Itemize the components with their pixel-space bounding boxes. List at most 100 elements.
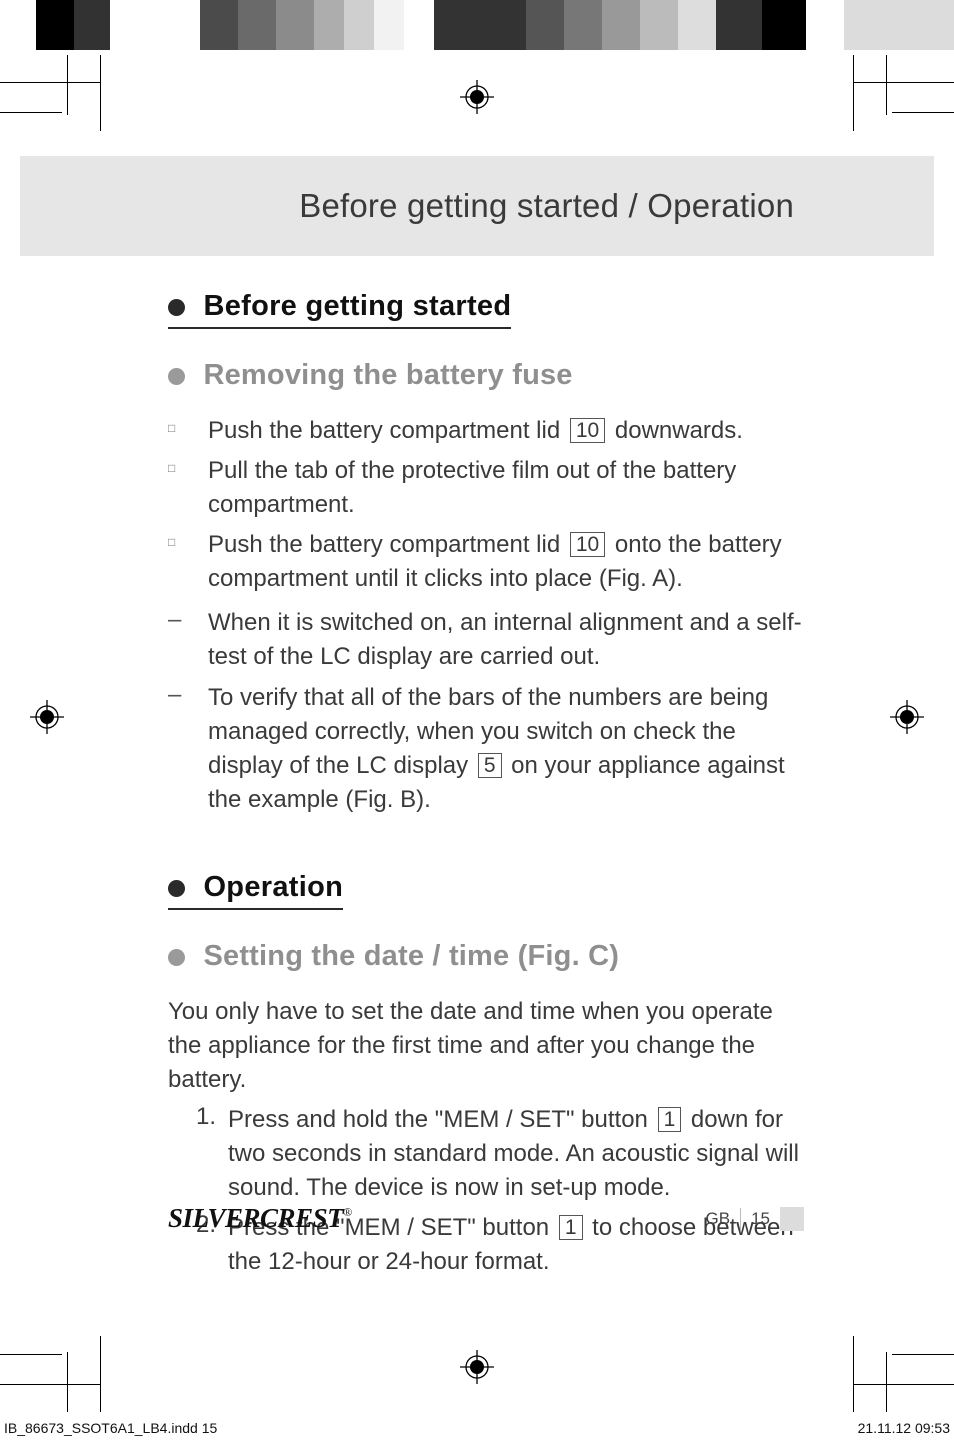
page-number: GB 15: [706, 1207, 804, 1231]
text: Push the battery compartment lid: [208, 531, 567, 558]
crop-mark: [892, 112, 954, 113]
registration-mark-icon: [30, 700, 64, 734]
part-ref: 1: [658, 1107, 682, 1132]
registration-mark-icon: [890, 700, 924, 734]
brand-part-a: SILVER: [168, 1203, 260, 1233]
square-bullet-icon: [168, 414, 208, 448]
crop-mark: [853, 1336, 854, 1412]
crop-mark: [854, 82, 954, 83]
color-swatch: [36, 0, 74, 50]
registration-mark-icon: [460, 80, 494, 114]
color-swatch: [238, 0, 276, 50]
part-ref: 10: [570, 418, 605, 443]
heading-primary: Operation: [168, 871, 343, 910]
list-item: Push the battery compartment lid 10 down…: [168, 414, 804, 448]
color-swatch: [404, 0, 434, 50]
crop-mark: [0, 1384, 100, 1385]
square-bullet-icon: [168, 528, 208, 596]
color-swatch: [374, 0, 404, 50]
crop-mark: [100, 1336, 101, 1412]
crop-mark: [67, 55, 68, 115]
crop-mark: [100, 55, 101, 131]
heading-secondary: Setting the date / time (Fig. C): [168, 940, 804, 973]
dash-bullet-icon: [168, 606, 208, 674]
file-meta: IB_86673_SSOT6A1_LB4.indd 15: [4, 1420, 217, 1436]
color-swatch: [564, 0, 602, 50]
color-swatch: [0, 0, 36, 50]
color-swatch: [344, 0, 374, 50]
color-swatch: [276, 0, 314, 50]
paragraph: You only have to set the date and time w…: [168, 995, 804, 1097]
crop-mark: [0, 1354, 62, 1355]
color-swatch: [762, 0, 806, 50]
color-swatch: [110, 0, 200, 50]
crop-mark: [886, 55, 887, 115]
part-ref: 10: [570, 532, 605, 557]
bullet-icon: [168, 368, 185, 385]
registered-icon: ®: [343, 1205, 352, 1220]
heading-text: Before getting started: [203, 290, 511, 322]
color-swatch: [200, 0, 238, 50]
page-num: 15: [751, 1209, 770, 1229]
color-swatch: [74, 0, 110, 50]
numbered-list: 1. Press and hold the "MEM / SET" button…: [196, 1103, 804, 1279]
crop-mark: [0, 112, 62, 113]
content: Before getting started Removing the batt…: [168, 290, 804, 1289]
brand-part-b: CREST: [260, 1203, 343, 1233]
heading-text: Operation: [203, 871, 343, 903]
heading-primary: Before getting started: [168, 290, 511, 329]
datetime-meta: 21.11.12 09:53: [858, 1420, 950, 1436]
list-item: To verify that all of the bars of the nu…: [168, 681, 804, 817]
square-bullet-icon: [168, 454, 208, 522]
crop-mark: [854, 1384, 954, 1385]
divider: [740, 1208, 741, 1230]
section-header-text: Before getting started / Operation: [299, 187, 794, 225]
crop-mark: [886, 1352, 887, 1412]
dash-bullet-icon: [168, 681, 208, 817]
color-swatch: [640, 0, 678, 50]
text: Press and hold the "MEM / SET" button: [228, 1106, 655, 1133]
crop-mark: [0, 82, 100, 83]
color-swatch: [806, 0, 844, 50]
dash-list: When it is switched on, an internal alig…: [168, 606, 804, 816]
text: Push the battery compartment lid: [208, 417, 567, 444]
list-item: When it is switched on, an internal alig…: [168, 606, 804, 674]
heading-secondary: Removing the battery fuse: [168, 359, 804, 392]
part-ref: 5: [478, 753, 502, 778]
list-item: Push the battery compartment lid 10 onto…: [168, 528, 804, 596]
color-swatch: [526, 0, 564, 50]
list-item-text: When it is switched on, an internal alig…: [208, 606, 804, 674]
list-item-text: Press and hold the "MEM / SET" button 1 …: [228, 1103, 804, 1205]
color-swatch: [678, 0, 716, 50]
square-list: Push the battery compartment lid 10 down…: [168, 414, 804, 596]
list-item-text: To verify that all of the bars of the nu…: [208, 681, 804, 817]
bullet-icon: [168, 949, 185, 966]
page-footer: SILVERCREST® GB 15: [168, 1203, 804, 1234]
color-swatch: [434, 0, 526, 50]
section-header: Before getting started / Operation: [20, 156, 934, 256]
registration-mark-icon: [460, 1350, 494, 1384]
text: downwards.: [608, 417, 743, 444]
crop-mark: [853, 55, 854, 131]
heading-text: Setting the date / time (Fig. C): [203, 940, 619, 972]
page: Before getting started / Operation Befor…: [0, 0, 954, 1440]
color-swatch: [716, 0, 762, 50]
color-swatch: [844, 0, 954, 50]
brand-logo: SILVERCREST®: [168, 1203, 352, 1234]
list-item: 1. Press and hold the "MEM / SET" button…: [196, 1103, 804, 1205]
bullet-icon: [168, 299, 185, 316]
heading-text: Removing the battery fuse: [203, 359, 572, 391]
crop-mark: [67, 1352, 68, 1412]
list-item-text: Pull the tab of the protective film out …: [208, 454, 804, 522]
page-tab: [780, 1207, 804, 1231]
step-number: 1.: [196, 1103, 228, 1205]
crop-mark: [892, 1354, 954, 1355]
color-swatch: [602, 0, 640, 50]
bullet-icon: [168, 880, 185, 897]
color-bar: [0, 0, 954, 50]
list-item-text: Push the battery compartment lid 10 onto…: [208, 528, 804, 596]
list-item-text: Push the battery compartment lid 10 down…: [208, 414, 743, 448]
list-item: Pull the tab of the protective film out …: [168, 454, 804, 522]
color-swatch: [314, 0, 344, 50]
lang-code: GB: [706, 1209, 731, 1229]
